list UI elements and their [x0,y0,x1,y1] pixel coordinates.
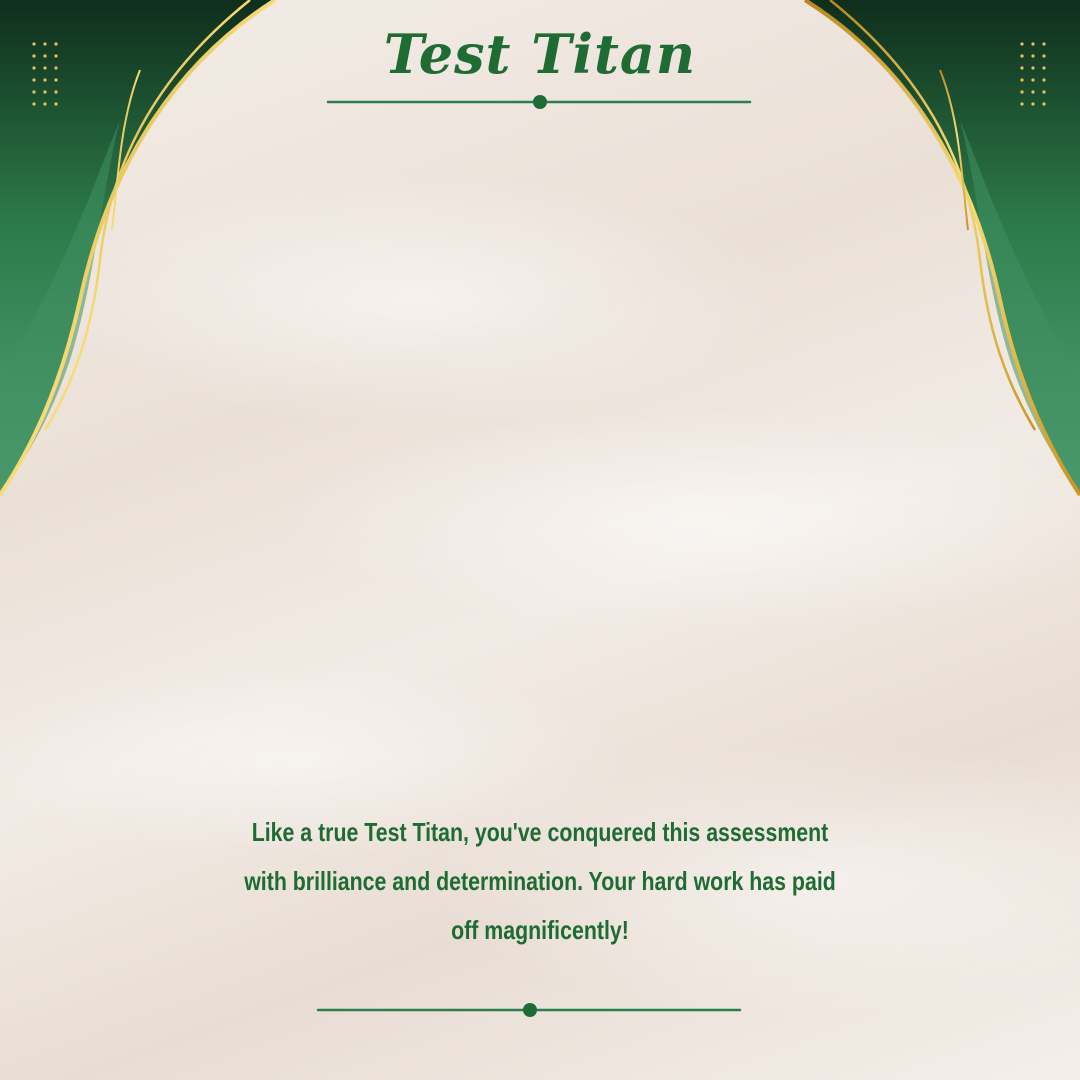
congratulations-message: Like a true Test Titan, you've conquered… [244,817,836,945]
title-divider [326,95,752,109]
page-title: Test Titan [383,22,697,86]
certificate-page: Test Titan Like a true Test Titan, you'v… [0,0,1080,1080]
bottom-divider [316,1003,742,1017]
